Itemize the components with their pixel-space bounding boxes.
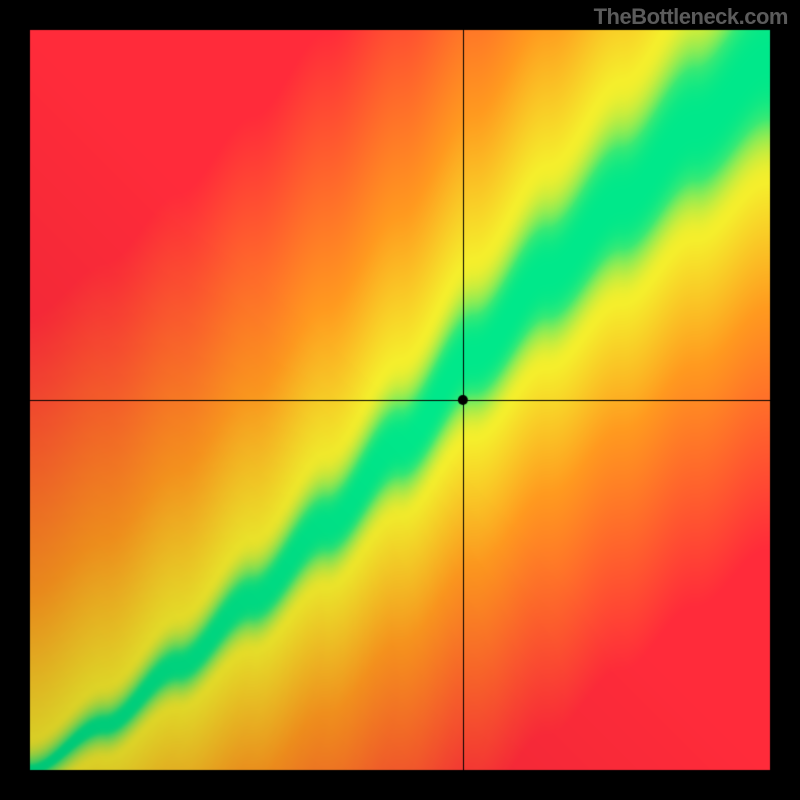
bottleneck-heatmap xyxy=(0,0,800,800)
chart-container: TheBottleneck.com xyxy=(0,0,800,800)
watermark-text: TheBottleneck.com xyxy=(594,4,788,30)
